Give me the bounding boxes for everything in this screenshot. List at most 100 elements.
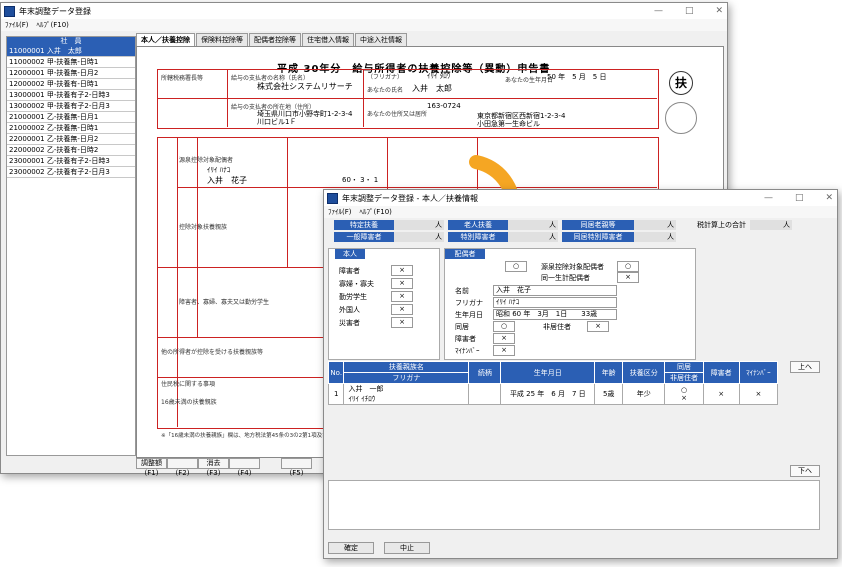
front-window-controls: — □ ✕: [764, 190, 833, 206]
self-item-value[interactable]: ×: [391, 278, 413, 289]
fkey-f2-key: (F2): [175, 469, 190, 477]
fkey-f5-key: (F5): [289, 469, 304, 477]
employee-furigana[interactable]: ｲﾘｲ ﾀﾛｳ: [427, 71, 450, 81]
spouse-mynumber-value[interactable]: ×: [493, 345, 515, 356]
cell-kubun: 年少: [622, 383, 666, 405]
maximize-icon[interactable]: □: [795, 190, 804, 206]
section-resident-label: 住民税に関する事項: [161, 381, 216, 388]
employee-row[interactable]: 21000001 乙-扶養無-日月1: [7, 112, 135, 123]
ok-button[interactable]: 確定: [328, 542, 374, 554]
postal-code[interactable]: 163-0724: [427, 102, 461, 110]
cell-hikyo-value: ×: [681, 394, 687, 402]
tab-hokenryo[interactable]: 保険料控除等: [196, 33, 248, 46]
employee-row[interactable]: 22000001 乙-扶養無-日月2: [7, 134, 135, 145]
form-divider: [157, 98, 657, 99]
spouse-dokyo-value[interactable]: ○: [493, 321, 515, 332]
menu-file[interactable]: ﾌｧｲﾙ(F): [328, 207, 352, 217]
summary-value: 人: [394, 220, 444, 230]
fkey-f1[interactable]: 調整額 (F1): [136, 458, 167, 477]
payer-address2[interactable]: 川口ビル1Ｆ: [257, 117, 296, 127]
spouse-mynumber-label: ﾏｲﾅﾝﾊﾞｰ: [455, 347, 480, 355]
employee-row[interactable]: 22000002 乙-扶養有-日時2: [7, 145, 135, 156]
back-titlebar: 年末調整データ登録 — □ ✕: [1, 3, 727, 19]
dep-name[interactable]: 入井 花子: [207, 175, 247, 186]
self-item-value[interactable]: ×: [391, 304, 413, 315]
employee-row[interactable]: 13000002 甲-扶養有子2-日月3: [7, 101, 135, 112]
fkey-f3-key: (F3): [206, 469, 221, 477]
tab-jutaku[interactable]: 住宅借入情報: [302, 33, 354, 46]
birth-label: あなたの生年月日: [505, 77, 554, 84]
employee-row[interactable]: 11000001 入井 太郎: [7, 46, 135, 57]
col-furigana: フリガナ: [343, 372, 470, 384]
app-icon: [4, 5, 15, 17]
fkey-group-2: (F5): [281, 458, 312, 477]
front-window: 年末調整データ登録 - 本人／扶養情報 — □ ✕ ﾌｧｲﾙ(F) ﾍﾙﾌﾟ(F…: [323, 189, 838, 559]
cell-shogai: ×: [702, 383, 740, 405]
employee-address2[interactable]: 小田急第一生命ビル: [477, 119, 540, 129]
up-button[interactable]: 上へ: [790, 361, 820, 373]
minimize-icon[interactable]: —: [654, 3, 663, 19]
employee-row[interactable]: 21000002 乙-扶養無-日時1: [7, 123, 135, 134]
minimize-icon[interactable]: —: [764, 190, 773, 206]
dosei-value[interactable]: ×: [617, 272, 639, 283]
close-icon[interactable]: ✕: [715, 3, 723, 19]
dep-birth[interactable]: 60・ 3・ 1: [342, 175, 378, 185]
self-item-value[interactable]: ×: [391, 317, 413, 328]
tab-honnin-fuyou[interactable]: 本人／扶養控除: [136, 33, 195, 46]
fkey-f2-label: [167, 458, 198, 469]
summary-label: 老人扶養: [448, 220, 508, 230]
employee-row[interactable]: 11000002 甲-扶養無-日時1: [7, 57, 135, 68]
self-item-value[interactable]: ×: [391, 291, 413, 302]
employee-name[interactable]: 入井 太郎: [412, 83, 452, 94]
cell-dokyo: ○ ×: [664, 383, 704, 405]
summary-value: 人: [634, 232, 676, 242]
employee-row[interactable]: 12000002 甲-扶養有-日時1: [7, 79, 135, 90]
col-dokyo: 同居: [664, 361, 704, 373]
app-icon: [327, 192, 338, 204]
back-menubar: ﾌｧｲﾙ(F) ﾍﾙﾌﾟ(F10): [1, 19, 727, 31]
dep-furigana[interactable]: ｲﾘｲ ﾊﾅｺ: [207, 165, 230, 175]
spouse-panel: 配偶者 ○ 源泉控除対象配偶者 ○ 同一生計配偶者 × 名前 入井 花子 フリガ…: [444, 248, 696, 360]
back-window-title: 年末調整データ登録: [19, 6, 91, 16]
tab-chuto[interactable]: 中途入社情報: [355, 33, 407, 46]
col-birth: 生年月日: [500, 361, 596, 384]
menu-file[interactable]: ﾌｧｲﾙ(F): [5, 20, 29, 30]
cell-name-kanji: 入井 一郎: [348, 385, 384, 393]
spouse-umu-value[interactable]: ○: [505, 261, 527, 272]
employee-birth[interactable]: 50 年 5 月 5 日: [547, 72, 607, 82]
spouse-hikyo-label: 非居住者: [543, 323, 571, 331]
spouse-hikyo-value[interactable]: ×: [587, 321, 609, 332]
payer-name[interactable]: 株式会社システムリサーチ: [257, 81, 353, 92]
col-no: No.: [327, 361, 345, 384]
fkey-f4[interactable]: (F4): [229, 458, 260, 477]
col-kubun: 扶養区分: [622, 361, 666, 384]
menu-help[interactable]: ﾍﾙﾌﾟ(F10): [37, 20, 69, 30]
gensen-label: 源泉控除対象配偶者: [541, 263, 604, 271]
down-button[interactable]: 下へ: [790, 465, 820, 477]
employee-row[interactable]: 12000001 甲-扶養無-日月2: [7, 68, 135, 79]
table-header-row: No. 扶養親族名 続柄 生年月日 年齢 扶養区分 同居 障害者 ﾏｲﾅﾝﾊﾞｰ: [327, 361, 779, 384]
employee-row[interactable]: 23000001 乙-扶養有子2-日時3: [7, 156, 135, 167]
spouse-shogai-value[interactable]: ×: [493, 333, 515, 344]
fkey-f5[interactable]: (F5): [281, 458, 312, 477]
menu-help[interactable]: ﾍﾙﾌﾟ(F10): [360, 207, 392, 217]
cell-name-kana: ｲﾘｲ ｲﾁﾛｳ: [348, 395, 376, 403]
employee-row[interactable]: 23000002 乙-扶養有子2-日月3: [7, 167, 135, 178]
tax-total-value: 人: [750, 220, 792, 230]
self-item-value[interactable]: ×: [391, 265, 413, 276]
spouse-kana-input[interactable]: ｲﾘｲ ﾊﾅｺ: [493, 297, 617, 308]
close-icon[interactable]: ✕: [825, 190, 833, 206]
col-shogai: 障害者: [702, 361, 740, 384]
cancel-button[interactable]: 中止: [384, 542, 430, 554]
maximize-icon[interactable]: □: [685, 3, 694, 19]
gensen-value[interactable]: ○: [617, 261, 639, 272]
employee-row[interactable]: 13000001 甲-扶養有子2-日時3: [7, 90, 135, 101]
spouse-birth-input[interactable]: 昭和 60 年 3月 1日 33歳: [493, 309, 617, 320]
tab-haigusha[interactable]: 配偶者控除等: [249, 33, 301, 46]
fkey-f2[interactable]: (F2): [167, 458, 198, 477]
spouse-name-input[interactable]: 入井 花子: [493, 285, 617, 296]
tax-total-label: 税計算上の合計: [697, 221, 746, 229]
table-row[interactable]: 1 入井 一郎 ｲﾘｲ ｲﾁﾛｳ 平成 25 年 6 月 7 日 5歳 年少 ○…: [327, 383, 779, 405]
section-spouse-label: 源泉控除対象配偶者: [179, 157, 234, 164]
fkey-f3[interactable]: 消去 (F3): [198, 458, 229, 477]
